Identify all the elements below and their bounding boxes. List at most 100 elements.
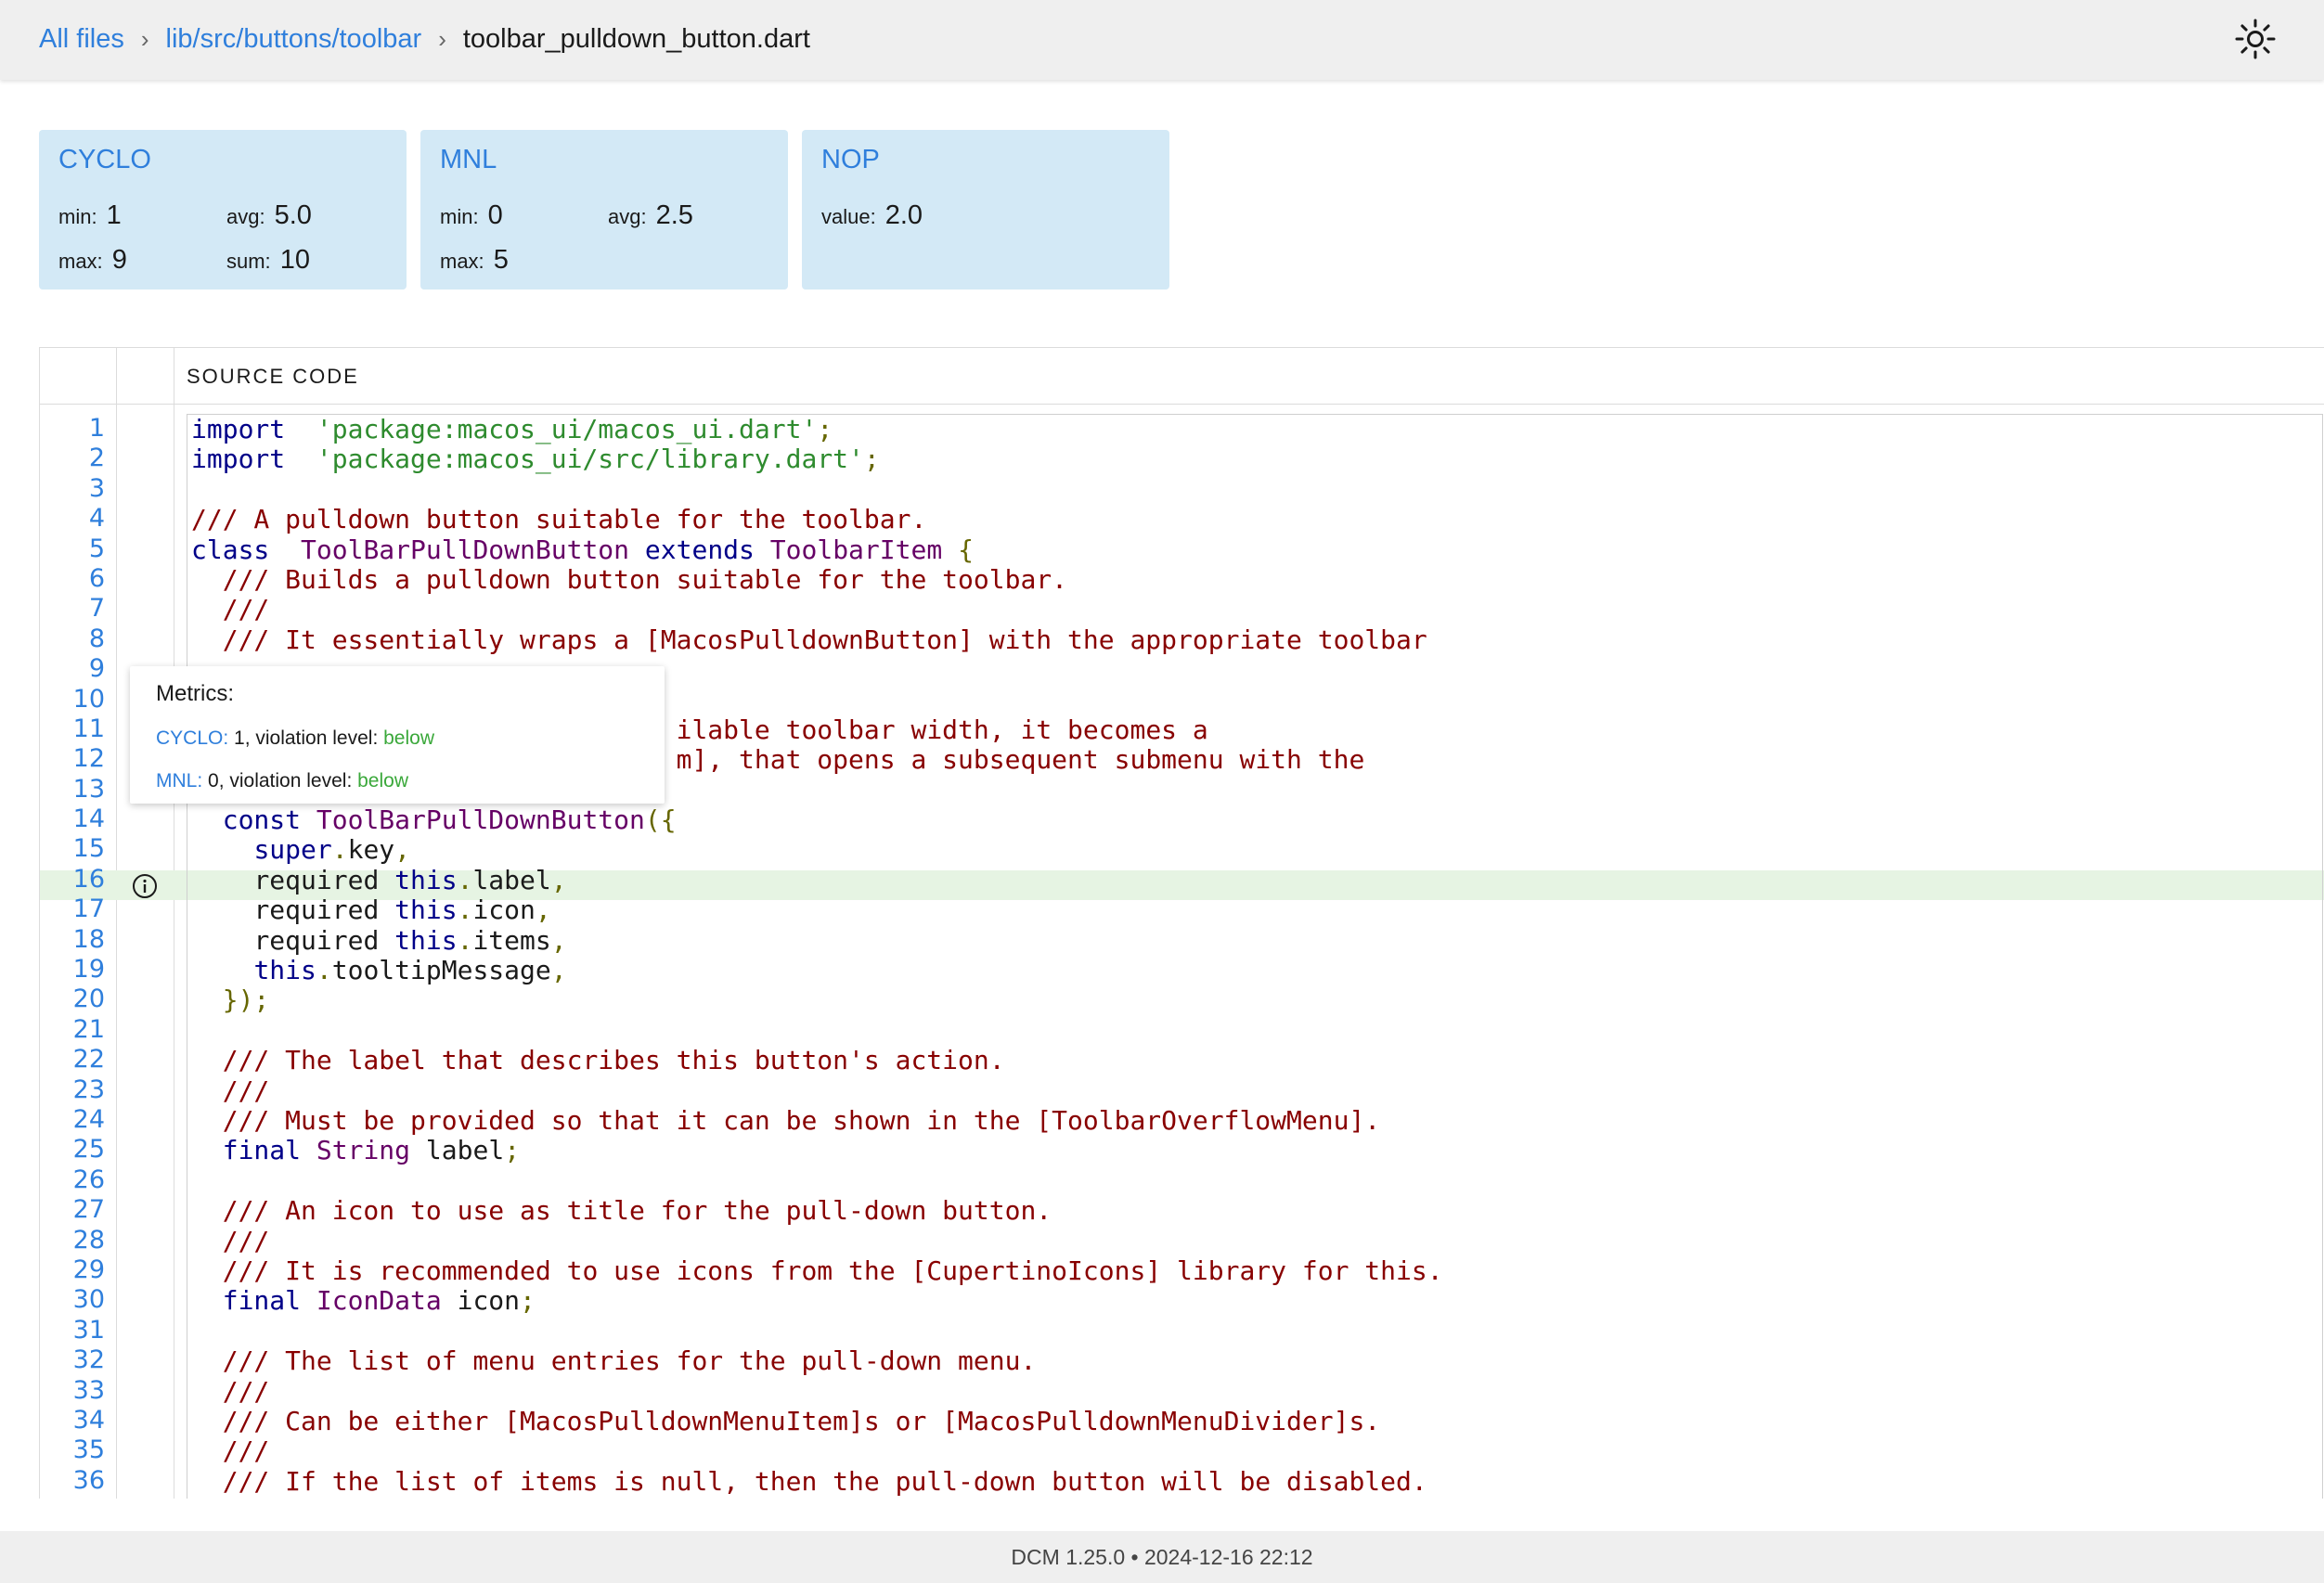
cyclo-min: min: 1 — [58, 200, 122, 231]
header-bar: All files › lib/src/buttons/toolbar › to… — [0, 0, 2324, 80]
line-number[interactable]: 12 — [40, 744, 118, 774]
line-number[interactable]: 22 — [40, 1045, 118, 1075]
line-number[interactable]: 19 — [40, 955, 118, 985]
line-number[interactable]: 1 — [40, 414, 118, 444]
line-number[interactable]: 24 — [40, 1105, 118, 1135]
line-number[interactable]: 15 — [40, 834, 118, 864]
theme-toggle-button[interactable] — [2233, 17, 2278, 61]
code-lines: import 'package:macos_ui/macos_ui.dart';… — [187, 414, 2322, 1497]
code-line: /// — [222, 1075, 270, 1106]
tooltip-metric-name: CYCLO: — [156, 727, 229, 749]
metrics-tooltip: Metrics: CYCLO: 1, violation level: belo… — [130, 666, 665, 804]
code-line: /// — [222, 1435, 270, 1467]
metrics-summary: CYCLO min: 1 avg: 5.0 max: 9 sum: 10 MNL… — [39, 130, 1183, 290]
metric-value: 5 — [493, 245, 509, 275]
source-code-panel: SOURCE CODE 1 2 3 4 5 6 7 8 9 10 11 12 13 14 15 16 17 18 1… — [39, 347, 2324, 1499]
line-number[interactable]: 17 — [40, 894, 118, 924]
cyclo-avg: avg: 5.0 — [226, 200, 312, 231]
metric-label: max: — [440, 250, 484, 273]
info-icon[interactable] — [131, 872, 159, 900]
metric-label: max: — [58, 250, 103, 273]
code-scroll-area[interactable]: 1 2 3 4 5 6 7 8 9 10 11 12 13 14 15 16 17 18 19 20 21 22 23 24 2… — [40, 405, 2324, 1499]
metric-label: value: — [821, 205, 876, 228]
line-number[interactable]: 33 — [40, 1376, 118, 1406]
metric-label: avg: — [226, 205, 265, 228]
tooltip-violation-level: below — [357, 770, 408, 792]
metric-value: 9 — [111, 245, 127, 275]
line-number[interactable]: 36 — [40, 1466, 118, 1496]
line-number[interactable]: 20 — [40, 985, 118, 1014]
code-line: /// Must be provided so that it can be s… — [222, 1104, 1381, 1136]
metric-value: 1 — [106, 200, 122, 230]
breadcrumb-all-files-link[interactable]: All files — [39, 24, 124, 55]
breadcrumb-separator: › — [438, 24, 446, 53]
code-line: /// A pulldown button suitable for the t… — [191, 504, 927, 535]
code-line: import 'package:macos_ui/src/library.dar… — [191, 444, 880, 475]
line-number[interactable]: 11 — [40, 714, 118, 744]
code-line: const ToolBarPullDownButton({ — [222, 804, 677, 836]
line-number[interactable]: 16 — [40, 865, 118, 894]
code-line: /// The list of menu entries for the pul… — [222, 1345, 1037, 1377]
line-number[interactable]: 32 — [40, 1345, 118, 1375]
line-number[interactable]: 18 — [40, 925, 118, 955]
line-number[interactable]: 34 — [40, 1406, 118, 1435]
line-number[interactable]: 29 — [40, 1255, 118, 1285]
line-number[interactable]: 7 — [40, 594, 118, 624]
breadcrumb-current-file: toolbar_pulldown_button.dart — [462, 23, 810, 54]
footer: DCM 1.25.0 • 2024-12-16 22:12 — [0, 1531, 2324, 1583]
line-number[interactable]: 25 — [40, 1135, 118, 1165]
tooltip-metric-name: MNL: — [156, 770, 203, 792]
tooltip-metric-text: 0, violation level: — [202, 770, 358, 792]
code-box: import 'package:macos_ui/macos_ui.dart';… — [187, 414, 2323, 1499]
code-line: /// An icon to use as title for the pull… — [222, 1195, 1052, 1227]
breadcrumb-folder-link[interactable]: lib/src/buttons/toolbar — [166, 24, 422, 55]
source-code-title: SOURCE CODE — [187, 365, 359, 388]
line-number[interactable]: 21 — [40, 1015, 118, 1045]
line-number[interactable]: 30 — [40, 1285, 118, 1315]
breadcrumb: All files › lib/src/buttons/toolbar › to… — [39, 20, 810, 58]
tooltip-violation-level: below — [383, 727, 434, 749]
line-number[interactable]: 35 — [40, 1435, 118, 1465]
line-number-gutter: 1 2 3 4 5 6 7 8 9 10 11 12 13 14 15 16 17 18 19 20 21 22 23 24 2… — [40, 414, 118, 1496]
tooltip-metric-text: 1, violation level: — [228, 727, 384, 749]
tooltip-row-mnl: MNL: 0, violation level: below — [156, 770, 408, 792]
cyclo-sum: sum: 10 — [226, 245, 310, 276]
line-number[interactable]: 2 — [40, 444, 118, 473]
line-number[interactable]: 6 — [40, 564, 118, 594]
metric-value: 2.5 — [655, 200, 693, 230]
line-number[interactable]: 3 — [40, 474, 118, 504]
line-number[interactable]: 13 — [40, 775, 118, 804]
cyclo-max: max: 9 — [58, 245, 127, 276]
code-line: required this.label, — [253, 864, 567, 895]
line-number[interactable]: 10 — [40, 685, 118, 714]
code-line: required this.items, — [253, 924, 567, 956]
tooltip-row-cyclo: CYCLO: 1, violation level: below — [156, 727, 434, 750]
code-line: import 'package:macos_ui/macos_ui.dart'; — [191, 414, 833, 444]
code-line: /// — [222, 1375, 270, 1407]
line-number[interactable]: 31 — [40, 1316, 118, 1345]
code-line: /// The label that describes this button… — [222, 1045, 1005, 1076]
line-number[interactable]: 4 — [40, 504, 118, 534]
line-number[interactable]: 26 — [40, 1165, 118, 1195]
code-line: /// It essentially wraps a [MacosPulldow… — [222, 624, 1427, 655]
line-number[interactable]: 5 — [40, 534, 118, 564]
line-number[interactable]: 8 — [40, 624, 118, 654]
cyclo-card: CYCLO min: 1 avg: 5.0 max: 9 sum: 10 — [39, 130, 407, 290]
metric-value: 2.0 — [884, 200, 923, 230]
code-line: /// If the list of items is null, then t… — [222, 1465, 1427, 1497]
code-line: /// Builds a pulldown button suitable fo… — [222, 563, 1068, 595]
line-number[interactable]: 9 — [40, 654, 118, 684]
line-number[interactable]: 28 — [40, 1226, 118, 1255]
footer-version: DCM 1.25.0 • 2024-12-16 22:12 — [1011, 1545, 1313, 1569]
source-code-header: SOURCE CODE — [40, 348, 2324, 405]
code-line: /// It is recommended to use icons from … — [222, 1255, 1443, 1286]
line-number[interactable]: 23 — [40, 1075, 118, 1105]
line-number[interactable]: 27 — [40, 1195, 118, 1225]
code-line: final String label; — [222, 1135, 521, 1166]
code-line: super.key, — [253, 834, 411, 866]
metric-label: avg: — [608, 205, 647, 228]
line-number[interactable]: 14 — [40, 804, 118, 834]
breadcrumb-separator: › — [140, 24, 149, 53]
